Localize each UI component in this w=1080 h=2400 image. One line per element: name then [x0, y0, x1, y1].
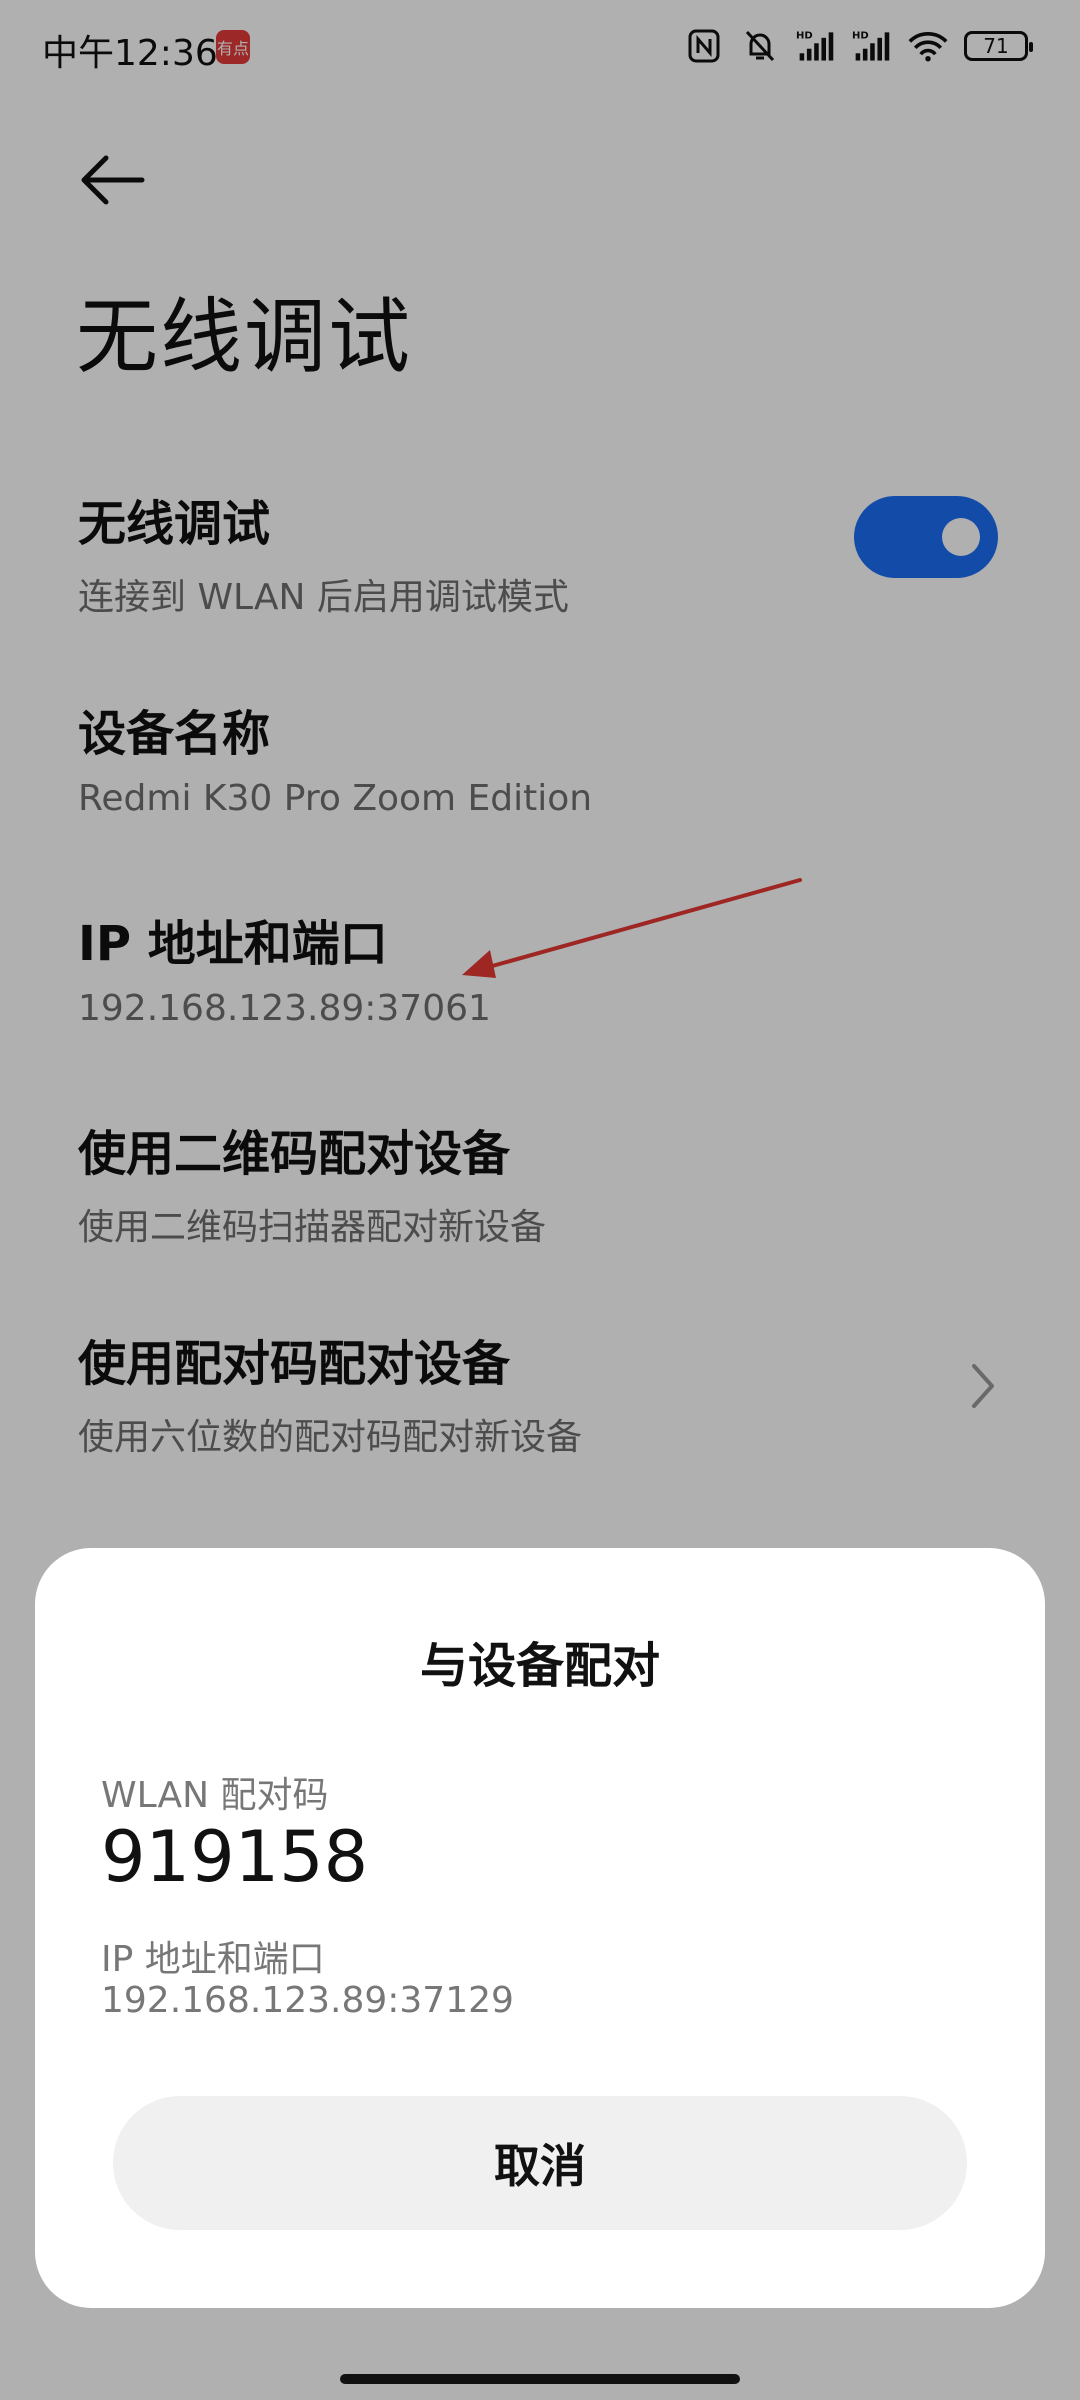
ip-port-label: IP 地址和端口: [101, 1939, 325, 1980]
home-indicator[interactable]: [340, 2374, 740, 2384]
pairing-code: 919158: [101, 1816, 369, 1898]
cancel-button[interactable]: 取消: [113, 2096, 967, 2230]
pair-device-dialog: 与设备配对 WLAN 配对码 919158 IP 地址和端口 192.168.1…: [35, 1548, 1045, 2308]
dialog-title: 与设备配对: [419, 1638, 660, 1694]
ip-port-value: 192.168.123.89:37129: [101, 1980, 514, 2021]
pairing-code-label: WLAN 配对码: [101, 1775, 329, 1816]
